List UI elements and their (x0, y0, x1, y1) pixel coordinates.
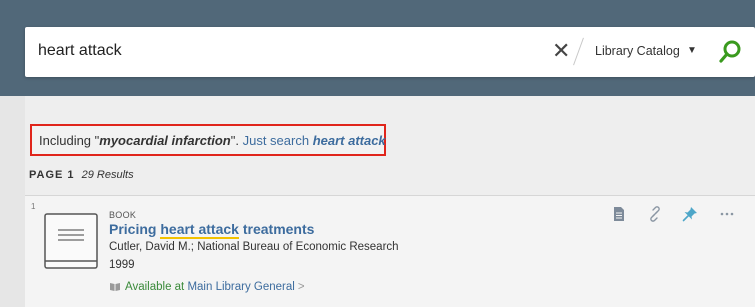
just-search-label: Just search (242, 133, 313, 148)
search-icon (719, 40, 741, 63)
notice-prefix: Including " (39, 133, 100, 148)
result-index: 1 (31, 202, 36, 211)
page-header: PAGE 1 29 Results (29, 169, 134, 181)
scope-divider (573, 37, 584, 66)
link-icon[interactable] (647, 206, 663, 222)
title-suffix: treatments (238, 221, 315, 237)
more-icon[interactable] (719, 206, 735, 222)
search-scope-select[interactable]: Library Catalog (595, 44, 680, 58)
search-input[interactable]: heart attack (38, 42, 122, 60)
result-author: Cutler, David M.; National Bureau of Eco… (109, 241, 399, 253)
search-button[interactable] (715, 38, 745, 66)
just-search-term: heart attack (312, 133, 386, 148)
book-icon (44, 213, 98, 269)
just-search-link[interactable]: Just search heart attack (243, 133, 386, 148)
title-prefix: Pricing (109, 221, 161, 237)
results-count: 29 Results (81, 169, 134, 181)
book-open-icon (110, 282, 120, 291)
availability-status: Available at (125, 281, 188, 293)
page-label: PAGE 1 (29, 169, 75, 181)
document-icon[interactable] (611, 206, 627, 222)
expanded-term: myocardial infarction (99, 133, 231, 148)
result-year: 1999 (109, 259, 135, 271)
chevron-down-icon[interactable]: ▼ (687, 45, 697, 56)
pin-icon[interactable] (682, 206, 698, 222)
availability-link[interactable]: Available at Main Library General > (109, 281, 305, 293)
availability-location: Main Library General (187, 281, 295, 293)
query-expansion-notice: Including "myocardial infarction". Just … (30, 124, 386, 156)
chevron-right-icon: > (297, 281, 305, 293)
result-type: BOOK (109, 210, 137, 220)
notice-suffix: ". (230, 133, 243, 148)
search-bar: heart attack ✕ Library Catalog ▼ (25, 27, 755, 77)
result-title[interactable]: Pricing heart attack treatments (109, 221, 315, 239)
result-item[interactable]: 1 BOOK Pricing heart attack treatments C… (25, 196, 755, 307)
title-highlight: heart attack (160, 221, 239, 239)
clear-search-button[interactable]: ✕ (552, 38, 570, 64)
